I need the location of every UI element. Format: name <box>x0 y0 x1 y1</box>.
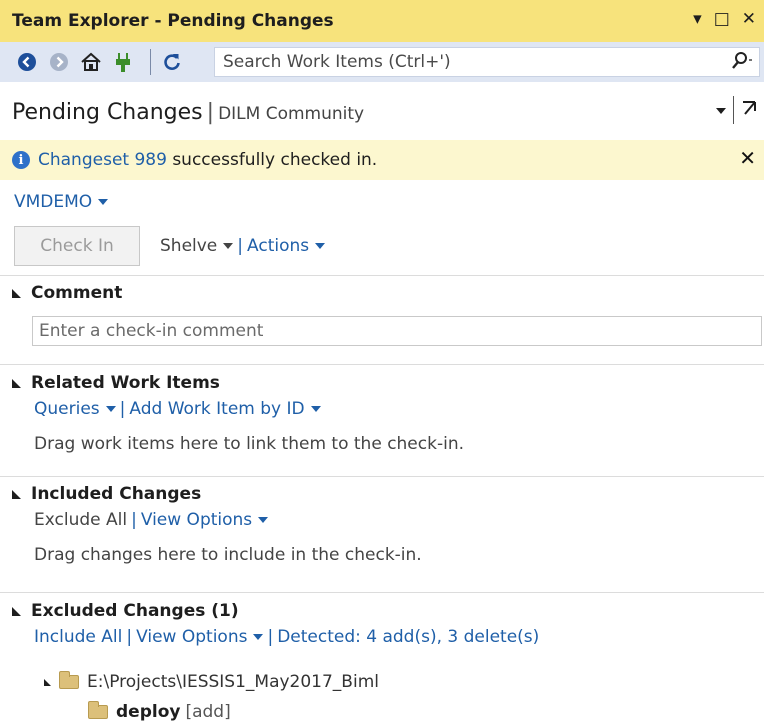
separator: | <box>267 627 274 647</box>
chevron-down-icon <box>98 199 109 205</box>
refresh-icon[interactable] <box>159 49 185 75</box>
collapse-triangle-icon[interactable] <box>12 489 21 499</box>
collapse-triangle-icon[interactable] <box>12 378 21 388</box>
action-bar: Check In Shelve | Actions <box>14 226 326 266</box>
tree-item-row[interactable]: deploy [add] <box>88 701 231 722</box>
view-options-dropdown[interactable]: View Options <box>140 510 269 530</box>
excluded-changes-header[interactable]: Excluded Changes (1) <box>12 601 239 621</box>
project-name[interactable]: DILM Community <box>218 104 364 124</box>
separator: | <box>119 399 126 419</box>
excluded-changes-title: Excluded Changes (1) <box>31 601 239 621</box>
expand-triangle-icon[interactable] <box>44 678 51 686</box>
undock-icon[interactable] <box>740 97 758 124</box>
search-input[interactable]: Search Work Items (Ctrl+') <box>214 47 760 77</box>
divider <box>0 592 764 593</box>
home-icon[interactable] <box>78 49 104 75</box>
include-all-link[interactable]: Include All <box>34 627 122 647</box>
header-actions <box>715 96 758 124</box>
toolbar: Search Work Items (Ctrl+') <box>0 42 764 82</box>
related-work-items-hint: Drag work items here to link them to the… <box>34 434 464 454</box>
page-header: Pending Changes | DILM Community <box>0 88 764 136</box>
view-options-dropdown[interactable]: View Options <box>136 627 264 647</box>
folder-path: E:\Projects\IESSIS1_May2017_Biml <box>87 672 379 692</box>
shelve-dropdown[interactable]: Shelve <box>160 236 234 256</box>
comment-title: Comment <box>31 283 123 303</box>
chevron-down-icon <box>258 517 269 523</box>
chevron-down-icon <box>310 406 321 412</box>
excluded-changes-actions: Include All | View Options | Detected: 4… <box>34 627 539 647</box>
comment-input[interactable]: Enter a check-in comment <box>32 316 762 346</box>
collapse-triangle-icon[interactable] <box>12 288 21 298</box>
exclude-all-link[interactable]: Exclude All <box>34 510 127 530</box>
page-dropdown-icon[interactable] <box>715 100 727 121</box>
actions-dropdown[interactable]: Actions <box>247 236 326 256</box>
item-status: [add] <box>185 702 231 722</box>
queries-dropdown[interactable]: Queries <box>34 399 116 419</box>
folder-icon <box>88 701 108 719</box>
close-icon[interactable]: ✕ <box>739 146 756 170</box>
notification-bar: i Changeset 989 successfully checked in.… <box>0 140 764 180</box>
close-icon[interactable]: ✕ <box>742 9 756 29</box>
related-work-items-actions: Queries | Add Work Item by ID <box>34 399 321 419</box>
actions-label: Actions <box>247 236 310 256</box>
divider-icon <box>733 96 734 124</box>
maximize-icon[interactable]: □ <box>714 9 730 29</box>
window-controls: ▾ □ ✕ <box>693 9 756 29</box>
window-title-bar: Team Explorer - Pending Changes ▾ □ ✕ <box>0 0 764 42</box>
workspace-dropdown[interactable]: VMDEMO <box>14 192 109 212</box>
divider <box>0 275 764 276</box>
item-name: deploy <box>116 702 181 722</box>
add-work-item-label: Add Work Item by ID <box>129 399 305 419</box>
included-changes-actions: Exclude All | View Options <box>34 510 269 530</box>
toolbar-separator <box>150 49 151 75</box>
add-work-item-dropdown[interactable]: Add Work Item by ID <box>129 399 321 419</box>
search-icon[interactable] <box>731 51 755 76</box>
info-icon: i <box>12 151 30 169</box>
back-icon[interactable] <box>14 49 40 75</box>
comment-placeholder: Enter a check-in comment <box>39 321 264 341</box>
related-work-items-header[interactable]: Related Work Items <box>12 373 220 393</box>
workspace-name: VMDEMO <box>14 192 93 212</box>
chevron-down-icon <box>223 243 234 249</box>
comment-section-header[interactable]: Comment <box>12 283 122 303</box>
separator: | <box>131 510 137 530</box>
detected-changes-link[interactable]: Detected: 4 add(s), 3 delete(s) <box>277 627 539 647</box>
collapse-triangle-icon[interactable] <box>12 606 21 616</box>
chevron-down-icon <box>315 243 326 249</box>
shelve-label: Shelve <box>160 236 218 256</box>
window-title: Team Explorer - Pending Changes <box>12 11 334 31</box>
divider <box>0 364 764 365</box>
connect-icon[interactable] <box>110 49 136 75</box>
chevron-down-icon <box>253 634 264 640</box>
queries-label: Queries <box>34 399 100 419</box>
divider <box>0 476 764 477</box>
included-changes-title: Included Changes <box>31 484 202 504</box>
tree-folder-row[interactable]: E:\Projects\IESSIS1_May2017_Biml <box>44 671 379 692</box>
folder-icon <box>59 671 79 689</box>
separator: | <box>126 627 133 647</box>
chevron-down-icon <box>105 406 116 412</box>
dropdown-icon[interactable]: ▾ <box>693 9 702 29</box>
forward-icon[interactable] <box>46 49 72 75</box>
view-options-label: View Options <box>136 627 248 647</box>
notification-message: successfully checked in. <box>166 150 378 170</box>
separator: | <box>237 236 244 256</box>
header-separator: | <box>206 99 215 125</box>
page-title: Pending Changes <box>12 99 203 125</box>
view-options-label: View Options <box>140 510 253 530</box>
check-in-button[interactable]: Check In <box>14 226 140 266</box>
search-placeholder: Search Work Items (Ctrl+') <box>223 52 451 72</box>
included-changes-header[interactable]: Included Changes <box>12 484 201 504</box>
included-changes-hint: Drag changes here to include in the chec… <box>34 545 422 565</box>
changeset-link[interactable]: Changeset 989 <box>38 150 167 170</box>
related-work-items-title: Related Work Items <box>31 373 220 393</box>
